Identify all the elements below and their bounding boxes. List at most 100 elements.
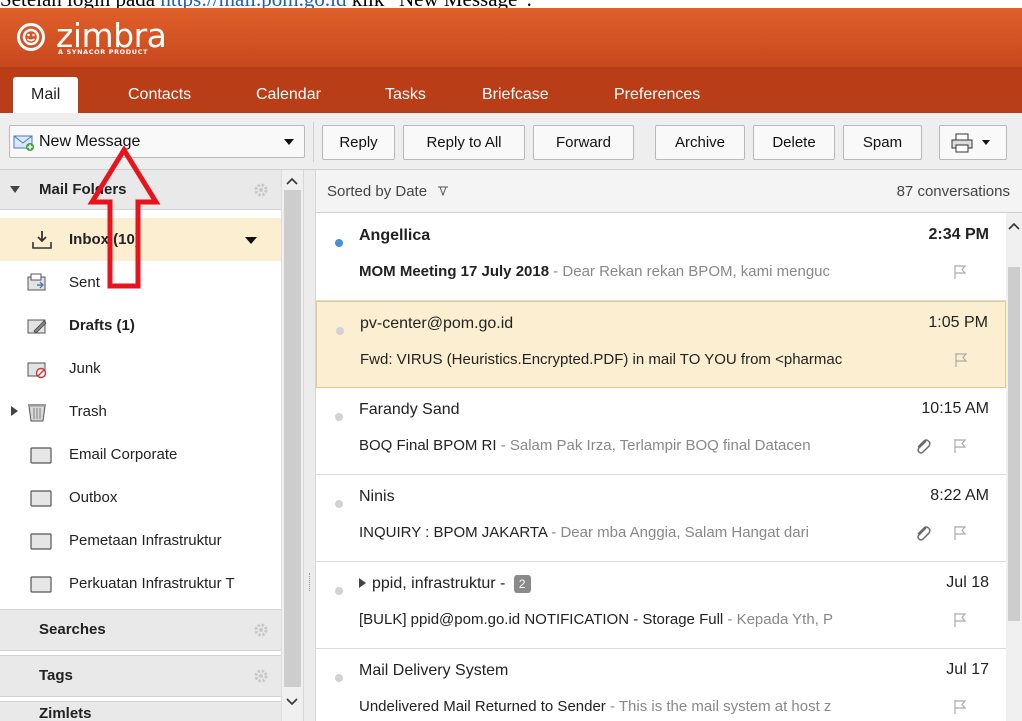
message-sender-thread: ppid, infrastruktur - 2 <box>359 575 531 593</box>
message-subject: Fwd: VIRUS (Heuristics.Encrypted.PDF) in… <box>360 351 843 368</box>
flag-icon[interactable] <box>953 352 969 368</box>
folder-icon <box>30 447 52 464</box>
sort-menu[interactable]: Sorted by Date <box>327 170 449 213</box>
logo-subtitle: A SYNACOR PRODUCT <box>58 48 149 56</box>
expand-icon[interactable] <box>11 406 18 416</box>
new-message-icon <box>13 135 34 151</box>
expand-thread-icon[interactable] <box>359 578 366 588</box>
message-list-scroll-thumb[interactable] <box>1008 267 1020 621</box>
zimlets-title: Zimlets <box>39 705 92 721</box>
message-subject-line: BOQ Final BPOM RI - Salam Pak Irza, Terl… <box>359 437 941 454</box>
message-snippet: - Dear Rekan rekan BPOM, kami menguc <box>549 263 831 280</box>
message-list: Sorted by Date 87 conversations Angellic… <box>316 170 1022 721</box>
zimbra-logo-icon <box>17 23 45 51</box>
folder-trash[interactable]: Trash <box>0 390 281 433</box>
folder-drafts[interactable]: Drafts (1) <box>0 304 281 347</box>
message-time: 1:05 PM <box>928 314 988 331</box>
toolbar-divider <box>313 122 314 162</box>
gear-icon[interactable] <box>253 182 269 198</box>
delete-button[interactable]: Delete <box>753 125 835 160</box>
message-row[interactable]: ppid, infrastruktur - 2 Jul 18 [BULK] pp… <box>316 562 1006 649</box>
read-indicator-icon[interactable] <box>335 413 343 421</box>
tab-contacts[interactable]: Contacts <box>122 77 197 113</box>
message-row[interactable]: Farandy Sand 10:15 AM BOQ Final BPOM RI … <box>316 388 1006 475</box>
read-indicator-icon[interactable] <box>336 327 344 335</box>
zimbra-logo[interactable]: zimbra A SYNACOR PRODUCT <box>16 18 256 62</box>
message-sender: Angellica <box>359 227 431 244</box>
flag-icon[interactable] <box>952 264 968 280</box>
message-subject-line: Undelivered Mail Returned to Sender - Th… <box>359 698 941 715</box>
attachment-icon <box>914 437 932 455</box>
message-subject-line: INQUIRY : BPOM JAKARTA - Dear mba Anggia… <box>359 524 941 541</box>
gear-icon[interactable] <box>253 622 269 638</box>
folder-perkuatan-infrastruktur[interactable]: Perkuatan Infrastruktur T <box>0 562 281 605</box>
forward-button[interactable]: Forward <box>533 125 634 160</box>
folder-outbox[interactable]: Outbox <box>0 476 281 519</box>
message-subject-line: Fwd: VIRUS (Heuristics.Encrypted.PDF) in… <box>360 351 942 368</box>
zimlets-section[interactable]: Zimlets <box>0 701 281 721</box>
read-indicator-icon[interactable] <box>335 500 343 508</box>
message-subject-line: MOM Meeting 17 July 2018 - Dear Rekan re… <box>359 263 941 280</box>
message-row[interactable]: Ninis 8:22 AM INQUIRY : BPOM JAKARTA - D… <box>316 475 1006 562</box>
flag-icon[interactable] <box>952 438 968 454</box>
message-sender: Mail Delivery System <box>359 662 509 679</box>
message-subject: INQUIRY : BPOM JAKARTA <box>359 524 548 541</box>
sent-icon <box>27 273 46 291</box>
message-subject: [BULK] ppid@pom.go.id NOTIFICATION - Sto… <box>359 611 724 628</box>
print-icon <box>951 133 973 153</box>
searches-section[interactable]: Searches <box>0 609 281 651</box>
folder-email-corporate[interactable]: Email Corporate <box>0 433 281 476</box>
message-time: 8:22 AM <box>930 487 989 504</box>
read-indicator-icon[interactable] <box>335 674 343 682</box>
tab-mail[interactable]: Mail <box>13 77 79 113</box>
chevron-down-icon[interactable] <box>245 237 257 244</box>
print-button[interactable] <box>939 125 1007 160</box>
spam-button[interactable]: Spam <box>843 125 922 160</box>
unread-indicator-icon[interactable] <box>335 239 343 247</box>
folder-label: Junk <box>69 360 101 377</box>
folder-icon <box>30 533 52 550</box>
message-sender: Farandy Sand <box>359 401 460 418</box>
folder-icon <box>30 576 52 593</box>
tab-tasks[interactable]: Tasks <box>379 77 432 113</box>
folder-pemetaan-infrastruktur[interactable]: Pemetaan Infrastruktur <box>0 519 281 562</box>
folder-label: Outbox <box>69 489 118 506</box>
message-sender: Ninis <box>359 488 395 505</box>
message-time: Jul 17 <box>946 661 989 678</box>
message-snippet: - This is the mail system at host z <box>605 698 832 715</box>
read-indicator-icon[interactable] <box>335 587 343 595</box>
reply-all-button[interactable]: Reply to All <box>403 125 525 160</box>
chevron-down-icon[interactable] <box>284 139 294 145</box>
message-time: 2:34 PM <box>928 226 989 243</box>
tab-briefcase[interactable]: Briefcase <box>476 77 555 113</box>
scroll-up-icon[interactable] <box>286 176 298 186</box>
gear-icon[interactable] <box>253 668 269 684</box>
pane-splitter[interactable] <box>303 170 316 721</box>
message-row[interactable]: pv-center@pom.go.id 1:05 PM Fwd: VIRUS (… <box>316 301 1006 388</box>
message-snippet: - Dear mba Anggia, Salam Hangat dari <box>547 524 809 541</box>
message-row[interactable]: Mail Delivery System Jul 17 Undelivered … <box>316 649 1006 721</box>
inbox-icon <box>32 231 52 249</box>
tab-calendar[interactable]: Calendar <box>250 77 327 113</box>
message-row[interactable]: Angellica 2:34 PM MOM Meeting 17 July 20… <box>316 214 1006 301</box>
scroll-down-icon[interactable] <box>286 697 298 707</box>
folder-label: Email Corporate <box>69 446 178 463</box>
tab-preferences[interactable]: Preferences <box>608 77 706 113</box>
scroll-up-icon[interactable] <box>1008 221 1020 231</box>
message-sender: pv-center@pom.go.id <box>360 315 514 332</box>
chevron-down-icon <box>982 140 990 145</box>
folder-label: Trash <box>69 403 107 420</box>
collapse-icon[interactable] <box>10 186 20 193</box>
flag-icon[interactable] <box>952 612 968 628</box>
tags-section[interactable]: Tags <box>0 655 281 697</box>
folder-pane-scroll-thumb[interactable] <box>284 190 301 687</box>
folder-junk[interactable]: Junk <box>0 347 281 390</box>
tags-title: Tags <box>39 667 73 684</box>
reply-button[interactable]: Reply <box>322 125 395 160</box>
conversation-count: 87 conversations <box>896 183 1010 200</box>
flag-icon[interactable] <box>952 525 968 541</box>
archive-button[interactable]: Archive <box>655 125 745 160</box>
splitter-grip[interactable] <box>309 573 311 591</box>
flag-icon[interactable] <box>952 699 968 715</box>
annotation-arrow-icon <box>87 146 161 289</box>
